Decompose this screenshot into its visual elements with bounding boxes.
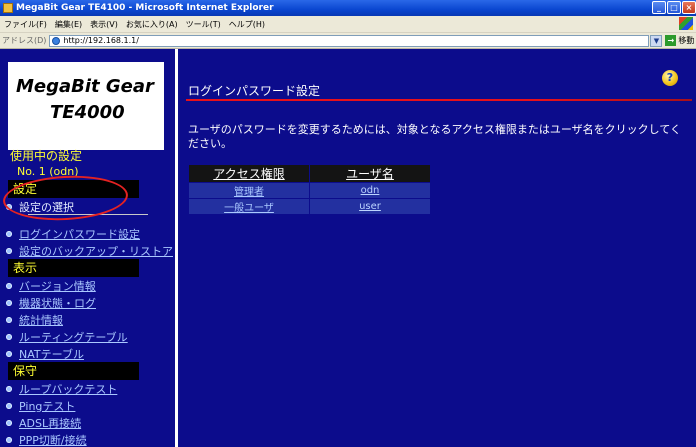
nav-version-info[interactable]: バージョン情報 xyxy=(6,278,96,294)
logo-line-2: TE4000 xyxy=(50,102,125,123)
windows-flag-icon xyxy=(679,17,693,30)
bullet-icon xyxy=(6,420,12,426)
table-header-row: アクセス権限 ユーザ名 xyxy=(189,165,431,183)
nav-nat-table[interactable]: NATテーブル xyxy=(6,346,84,362)
nav-backup-restore[interactable]: 設定のバックアップ・リストア xyxy=(6,243,173,259)
nav-loopback-test[interactable]: ループバックテスト xyxy=(6,381,117,397)
menu-favorites[interactable]: お気に入り(A) xyxy=(122,19,182,30)
address-bar: アドレス(D) http://192.168.1.1/ ▼ → 移動 xyxy=(0,33,696,49)
main-panel: ログインパスワード設定 ? ユーザのパスワードを変更するためには、対象となるアク… xyxy=(178,49,696,447)
nav-login-password[interactable]: ログインパスワード設定 xyxy=(6,226,140,242)
nav-adsl-reconnect[interactable]: ADSL再接続 xyxy=(6,415,81,431)
access-link-general-user[interactable]: 一般ユーザ xyxy=(189,198,310,214)
go-arrow-icon: → xyxy=(665,35,677,46)
product-logo: MegaBit Gear TE4000 xyxy=(8,62,164,150)
nav-ppp-disconnect-connect[interactable]: PPP切断/接続 xyxy=(6,432,87,447)
bullet-icon xyxy=(6,403,12,409)
access-link-admin[interactable]: 管理者 xyxy=(189,182,310,199)
nav-label: NATテーブル xyxy=(19,348,84,361)
nav-label: ルーティングテーブル xyxy=(19,331,128,344)
nav-label: バージョン情報 xyxy=(19,280,96,293)
minimize-button[interactable]: _ xyxy=(652,1,666,14)
page-icon xyxy=(52,36,61,45)
section-heading-maintenance: 保守 xyxy=(8,362,139,380)
table-row: 管理者 odn xyxy=(189,182,431,199)
current-setting-label: 使用中の設定 xyxy=(10,149,83,163)
go-label: 移動 xyxy=(678,36,695,45)
nav-label: PPP切断/接続 xyxy=(19,434,87,447)
menu-edit[interactable]: 編集(E) xyxy=(51,19,86,30)
bullet-icon xyxy=(6,300,12,306)
page-title: ログインパスワード設定 xyxy=(188,84,321,98)
menu-view[interactable]: 表示(V) xyxy=(86,19,122,30)
nav-statistics[interactable]: 統計情報 xyxy=(6,312,63,328)
logo-line-1: MegaBit Gear xyxy=(16,76,154,97)
username-link-user[interactable]: user xyxy=(309,198,431,214)
sidebar: MegaBit Gear TE4000 使用中の設定 No. 1 (odn) 設… xyxy=(0,49,175,447)
window-titlebar: MegaBit Gear TE4100 - Microsoft Internet… xyxy=(0,0,696,16)
go-button[interactable]: → 移動 xyxy=(665,35,694,46)
nav-routing-table[interactable]: ルーティングテーブル xyxy=(6,329,128,345)
column-header-username: ユーザ名 xyxy=(309,165,431,183)
menu-bar: ファイル(F) 編集(E) 表示(V) お気に入り(A) ツール(T) ヘルプ(… xyxy=(0,16,696,33)
bullet-icon xyxy=(6,334,12,340)
nav-label: 機器状態・ログ xyxy=(19,297,96,310)
window-title: MegaBit Gear TE4100 - Microsoft Internet… xyxy=(16,3,274,13)
nav-device-status-log[interactable]: 機器状態・ログ xyxy=(6,295,96,311)
nav-label: Pingテスト xyxy=(19,400,76,413)
address-url: http://192.168.1.1/ xyxy=(63,36,139,45)
title-rule xyxy=(186,99,692,101)
intro-text: ユーザのパスワードを変更するためには、対象となるアクセス権限またはユーザ名をクリ… xyxy=(188,123,682,150)
menu-file[interactable]: ファイル(F) xyxy=(0,19,51,30)
close-button[interactable]: × xyxy=(682,1,696,14)
bullet-icon xyxy=(6,283,12,289)
menu-help[interactable]: ヘルプ(H) xyxy=(225,19,269,30)
address-dropdown-icon[interactable]: ▼ xyxy=(650,34,663,47)
nav-label: ログインパスワード設定 xyxy=(19,228,140,241)
nav-ping-test[interactable]: Pingテスト xyxy=(6,398,75,414)
bullet-icon xyxy=(6,351,12,357)
bullet-icon xyxy=(6,317,12,323)
username-link-odn[interactable]: odn xyxy=(309,182,431,199)
nav-label: ADSL再接続 xyxy=(19,417,82,430)
help-icon[interactable]: ? xyxy=(662,70,678,86)
bullet-icon xyxy=(6,248,12,254)
nav-label: ループバックテスト xyxy=(19,383,118,396)
nav-label: 統計情報 xyxy=(19,314,63,327)
ie-app-icon xyxy=(3,3,13,13)
maximize-button[interactable]: □ xyxy=(667,1,681,14)
bullet-icon xyxy=(6,437,12,443)
section-heading-display: 表示 xyxy=(8,259,139,277)
bullet-icon xyxy=(6,231,12,237)
table-row: 一般ユーザ user xyxy=(189,198,431,214)
window-controls: _ □ × xyxy=(652,1,696,14)
menu-tools[interactable]: ツール(T) xyxy=(182,19,225,30)
address-label: アドレス(D) xyxy=(2,36,47,45)
user-access-table: アクセス権限 ユーザ名 管理者 odn 一般ユーザ user xyxy=(189,165,431,214)
bullet-icon xyxy=(6,386,12,392)
nav-label: 設定のバックアップ・リストア xyxy=(19,245,173,258)
address-input[interactable]: http://192.168.1.1/ xyxy=(49,34,650,47)
column-header-access: アクセス権限 xyxy=(189,165,310,183)
